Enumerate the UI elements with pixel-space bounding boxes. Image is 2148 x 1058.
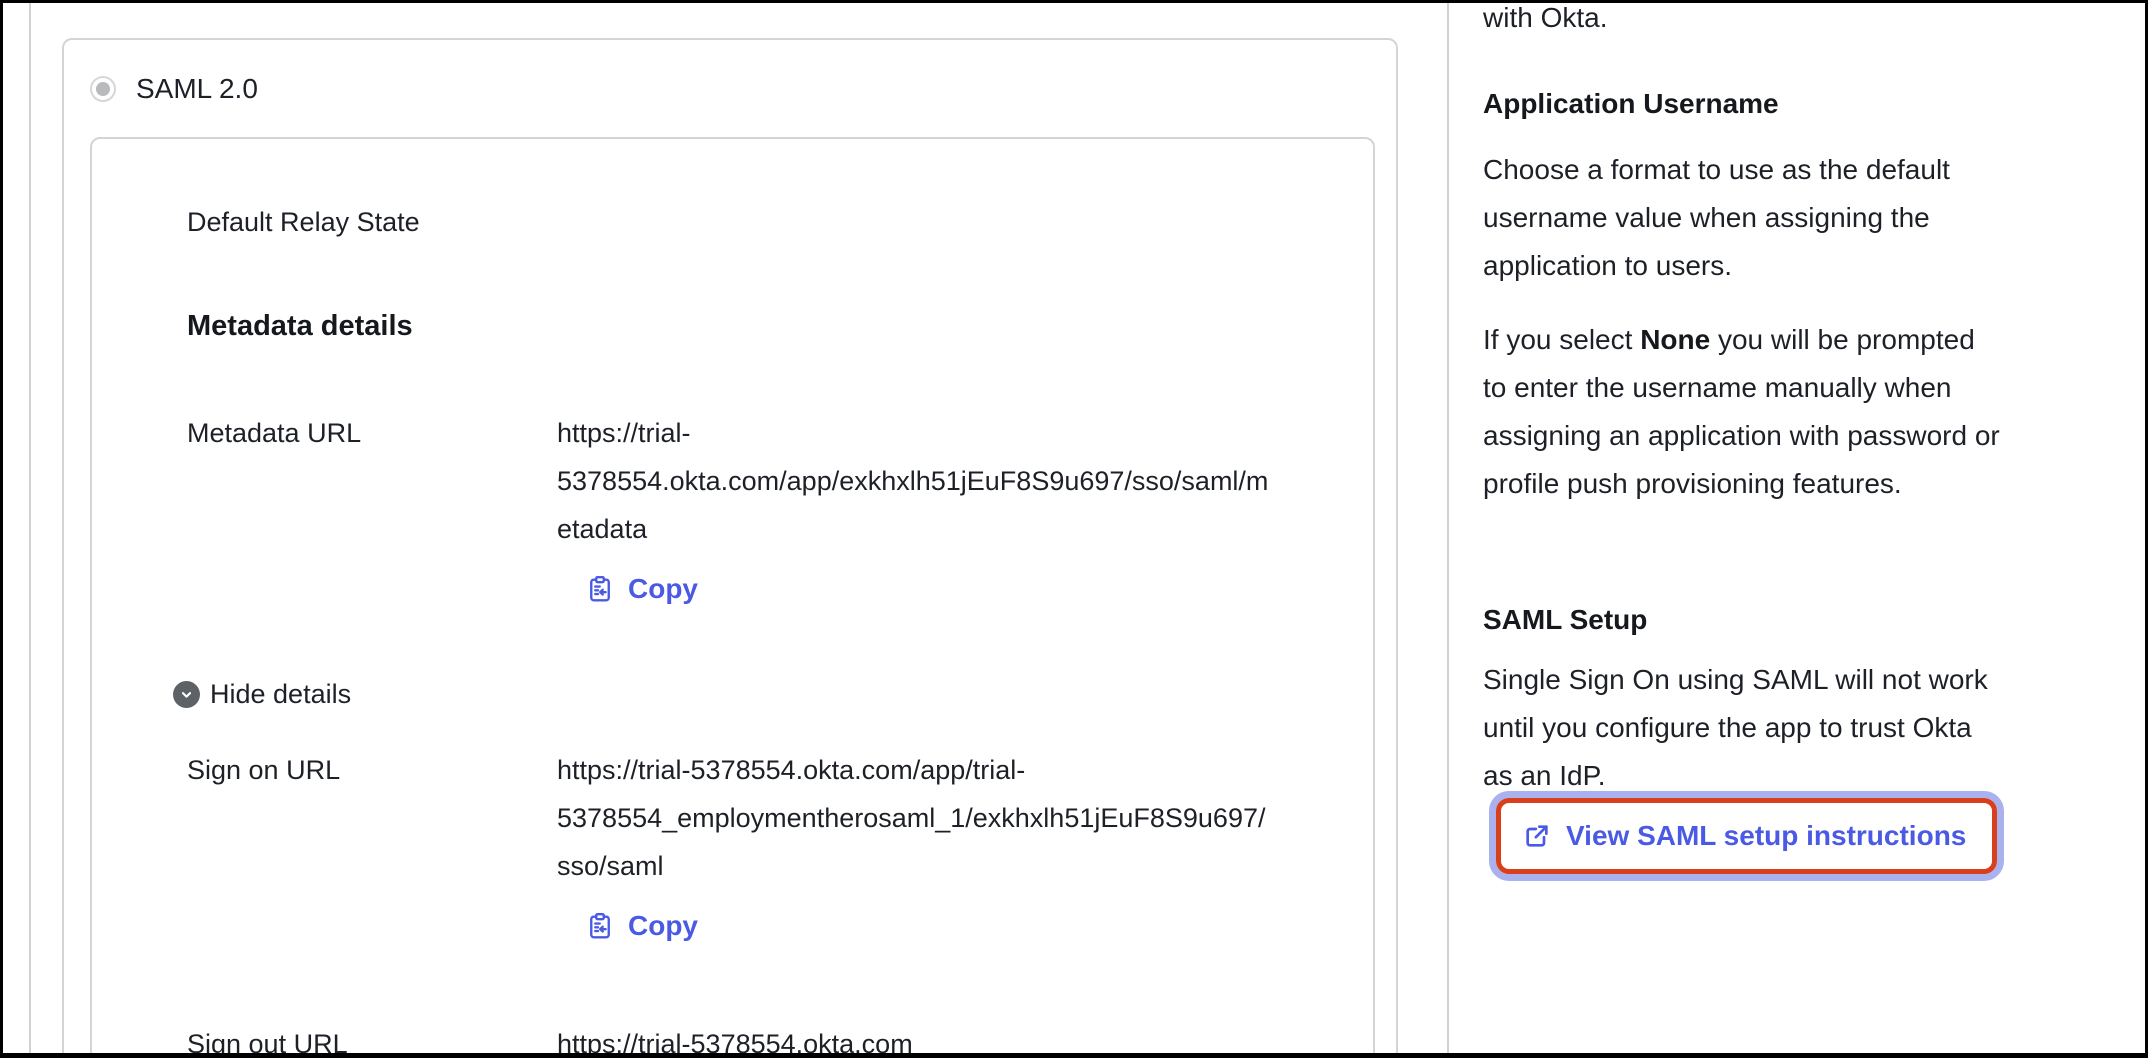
para-2-bold-none: None (1640, 324, 1710, 355)
sign-out-url-row: Sign out URL https://trial-5378554.okta.… (187, 1020, 1373, 1058)
chevron-down-circle-icon (173, 681, 200, 708)
external-link-icon (1523, 822, 1551, 850)
saml-radio-button[interactable] (90, 76, 116, 102)
annotation-highlight-box: View SAML setup instructions (1496, 798, 1997, 874)
application-username-para-1: Choose a format to use as the default us… (1483, 146, 2000, 290)
saml-radio-row[interactable]: SAML 2.0 (90, 73, 258, 105)
sso-method-card: SAML 2.0 Default Relay State Metadata de… (62, 38, 1398, 1058)
sidebar-divider (1447, 3, 1449, 1053)
saml-radio-label: SAML 2.0 (136, 73, 258, 105)
metadata-url-row: Metadata URL https://trial-5378554.okta.… (187, 409, 1373, 553)
metadata-url-value: https://trial-5378554.okta.com/app/exkhx… (557, 409, 1277, 553)
focus-ring: View SAML setup instructions (1489, 791, 2004, 881)
hide-details-toggle[interactable]: Hide details (173, 679, 351, 710)
sign-out-url-value: https://trial-5378554.okta.com (557, 1020, 1277, 1058)
saml-settings-card: Default Relay State Metadata details Met… (90, 137, 1375, 1058)
default-relay-state-label: Default Relay State (187, 205, 1373, 239)
metadata-url-label: Metadata URL (187, 409, 557, 553)
okta-saml-settings-page: SAML 2.0 Default Relay State Metadata de… (0, 0, 2148, 1058)
saml-setup-para: Single Sign On using SAML will not work … (1483, 656, 2000, 800)
sign-on-url-value: https://trial-5378554.okta.com/app/trial… (557, 746, 1277, 890)
application-username-para-2: If you select None you will be prompted … (1483, 316, 2000, 508)
sign-out-url-label: Sign out URL (187, 1020, 557, 1058)
saml-setup-heading: SAML Setup (1483, 604, 1647, 636)
copy-clipboard-icon (585, 574, 615, 604)
radio-dot-icon (96, 82, 110, 96)
copy-button-label: Copy (628, 910, 698, 942)
copy-clipboard-icon (585, 911, 615, 941)
sign-on-url-row: Sign on URL https://trial-5378554.okta.c… (187, 746, 1373, 890)
sign-on-url-label: Sign on URL (187, 746, 557, 890)
intro-text-fragment: with Okta. (1483, 0, 1607, 42)
view-saml-setup-instructions-button[interactable]: View SAML setup instructions (1501, 803, 1992, 869)
para-2-prefix: If you select (1483, 324, 1640, 355)
hide-details-label: Hide details (210, 679, 351, 710)
application-username-heading: Application Username (1483, 88, 1779, 120)
view-saml-setup-instructions-label: View SAML setup instructions (1566, 820, 1966, 852)
copy-button-label: Copy (628, 573, 698, 605)
copy-metadata-url-button[interactable]: Copy (585, 573, 698, 605)
content-left-rule (29, 3, 31, 1053)
metadata-details-heading: Metadata details (187, 309, 1373, 343)
help-sidebar: with Okta. Application Username Choose a… (1483, 0, 2000, 1058)
copy-sign-on-url-button[interactable]: Copy (585, 910, 698, 942)
